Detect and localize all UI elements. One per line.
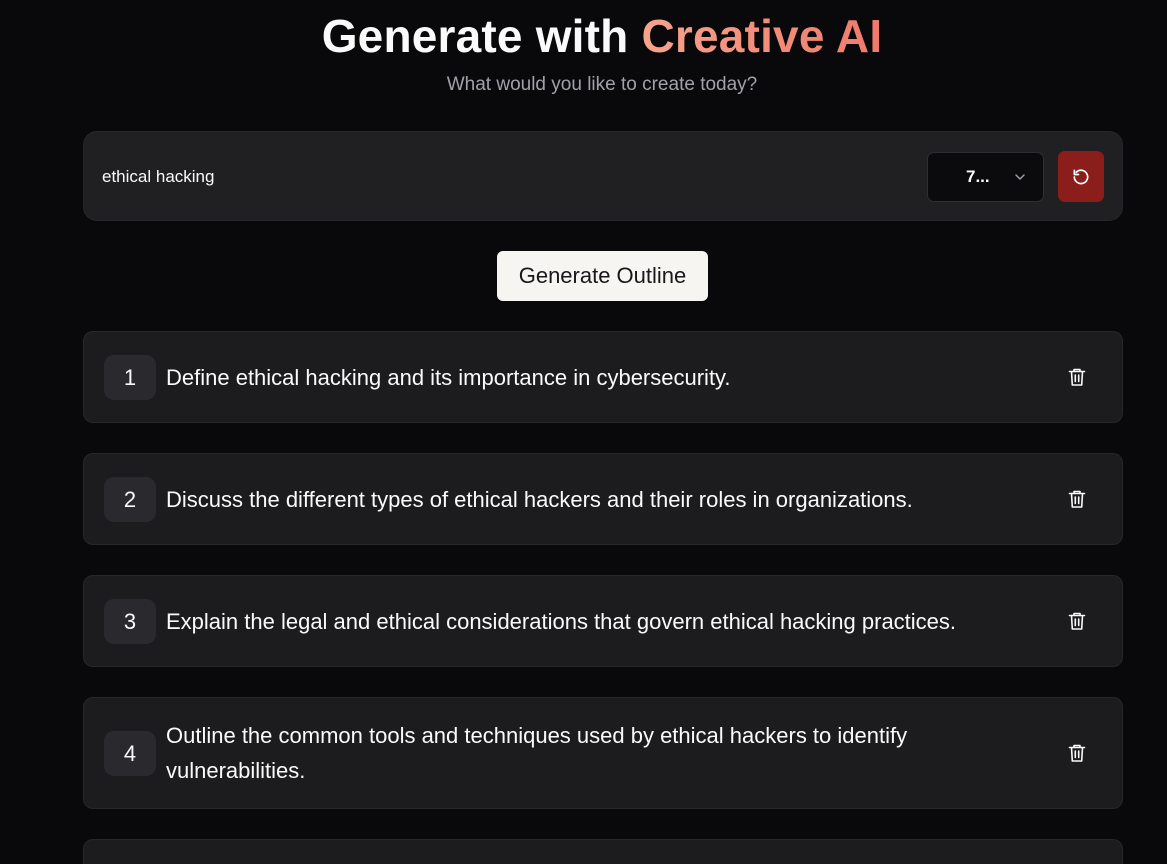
- reset-button[interactable]: [1058, 151, 1104, 202]
- delete-item-button[interactable]: [1063, 485, 1091, 513]
- page: Generate with Creative AI What would you…: [0, 0, 1167, 864]
- page-title: Generate with Creative AI: [0, 8, 1167, 64]
- title-prefix: Generate with: [321, 10, 642, 62]
- trash-icon: [1068, 368, 1086, 386]
- topic-input[interactable]: [102, 162, 882, 192]
- trash-icon: [1068, 612, 1086, 630]
- outline-item: [83, 839, 1123, 864]
- count-select[interactable]: 7...: [927, 152, 1044, 202]
- title-accent: Creative AI: [641, 10, 883, 62]
- delete-item-button[interactable]: [1063, 739, 1091, 767]
- outline-item: 2 Discuss the different types of ethical…: [83, 453, 1123, 545]
- chevron-down-icon: [1015, 174, 1025, 180]
- outline-item: 1 Define ethical hacking and its importa…: [83, 331, 1123, 423]
- prompt-bar: 7...: [83, 131, 1123, 221]
- delete-item-button[interactable]: [1063, 607, 1091, 635]
- item-number-badge: 3: [104, 599, 156, 644]
- outline-item: 3 Explain the legal and ethical consider…: [83, 575, 1123, 667]
- item-number-badge: 1: [104, 355, 156, 400]
- item-number-badge: 2: [104, 477, 156, 522]
- generate-outline-button[interactable]: Generate Outline: [497, 251, 708, 301]
- page-subtitle: What would you like to create today?: [446, 74, 758, 95]
- item-text[interactable]: Define ethical hacking and its importanc…: [166, 360, 966, 395]
- item-text[interactable]: Discuss the different types of ethical h…: [166, 482, 966, 517]
- item-number-badge: 4: [104, 731, 156, 776]
- rotate-ccw-icon: [1073, 168, 1089, 184]
- outline-item: 4 Outline the common tools and technique…: [83, 697, 1123, 809]
- trash-icon: [1068, 490, 1086, 508]
- count-select-value: 7...: [966, 167, 990, 186]
- item-text[interactable]: Outline the common tools and techniques …: [166, 718, 956, 788]
- delete-item-button[interactable]: [1063, 363, 1091, 391]
- item-text[interactable]: Explain the legal and ethical considerat…: [166, 604, 966, 639]
- trash-icon: [1068, 744, 1086, 762]
